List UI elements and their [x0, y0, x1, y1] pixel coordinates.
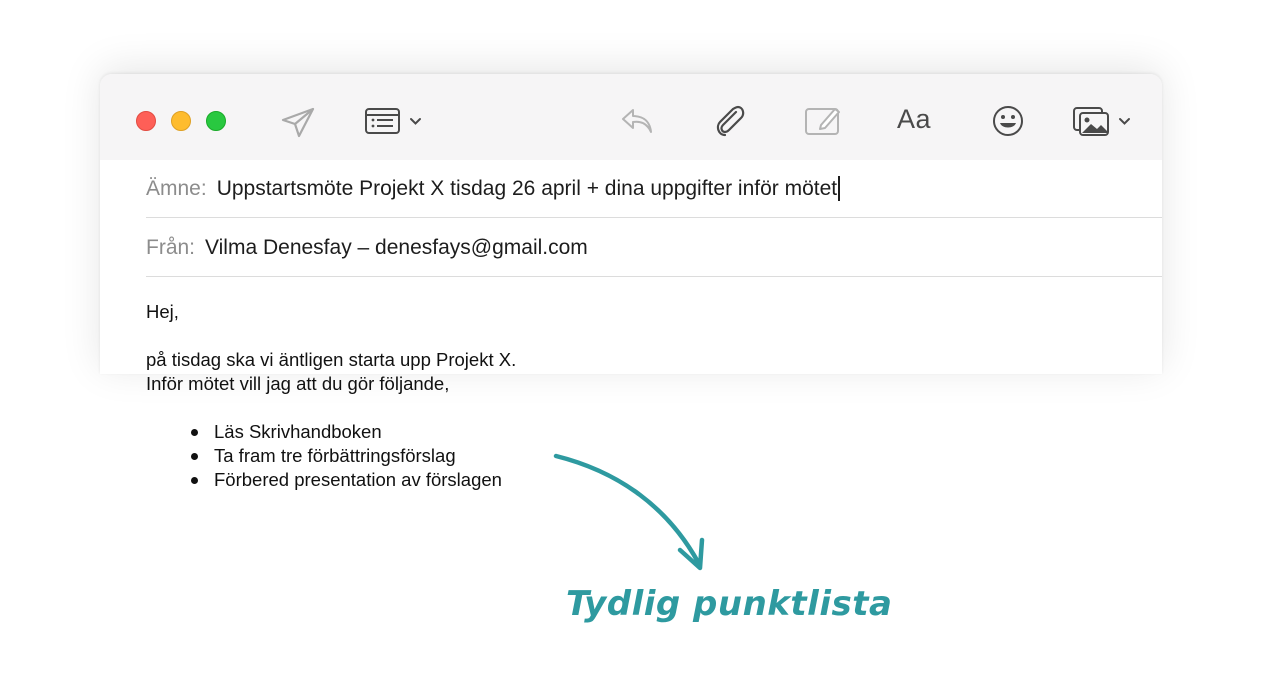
emoji-icon[interactable] [991, 104, 1025, 138]
bullet-item: Läs Skrivhandboken [186, 420, 516, 444]
reply-icon[interactable] [620, 106, 654, 136]
subject-field[interactable]: Ämne: Uppstartsmöte Projekt X tisdag 26 … [146, 160, 1162, 218]
bullet-item: Ta fram tre förbättringsförslag [186, 444, 516, 468]
minimize-window-button[interactable] [171, 111, 191, 131]
header-list-button[interactable] [364, 106, 426, 136]
body-line: Inför mötet vill jag att du gör följande… [146, 373, 450, 394]
chevron-down-icon [1119, 118, 1130, 125]
markup-icon[interactable] [804, 105, 842, 137]
photo-browser-button[interactable] [1072, 104, 1136, 138]
zoom-window-button[interactable] [206, 111, 226, 131]
annotation-arrow-icon [553, 453, 705, 571]
from-select[interactable]: Vilma Denesfay – denesfays@gmail.com [205, 236, 588, 260]
text-caret [838, 176, 840, 201]
annotation-label: Tydlig punktlista [566, 584, 893, 624]
send-icon[interactable] [280, 106, 316, 138]
font-icon[interactable]: Aa [897, 104, 931, 135]
body-line: på tisdag ska vi äntligen starta upp Pro… [146, 349, 517, 370]
subject-label: Ämne: [146, 176, 207, 200]
bullet-list: Läs Skrivhandboken Ta fram tre förbättri… [186, 420, 516, 492]
message-body[interactable]: Hej, på tisdag ska vi äntligen starta up… [146, 300, 516, 492]
subject-input[interactable]: Uppstartsmöte Projekt X tisdag 26 april … [217, 177, 837, 201]
chevron-down-icon [410, 118, 421, 125]
close-window-button[interactable] [136, 111, 156, 131]
from-field[interactable]: Från: Vilma Denesfay – denesfays@gmail.c… [146, 219, 1162, 277]
toolbar: Aa [100, 74, 1162, 160]
from-label: Från: [146, 235, 196, 259]
bullet-item: Förbered presentation av förslagen [186, 468, 516, 492]
attachment-icon[interactable] [713, 104, 747, 138]
photo-browser-icon [1073, 107, 1109, 136]
header-list-icon [365, 108, 400, 134]
greeting: Hej, [146, 301, 179, 322]
